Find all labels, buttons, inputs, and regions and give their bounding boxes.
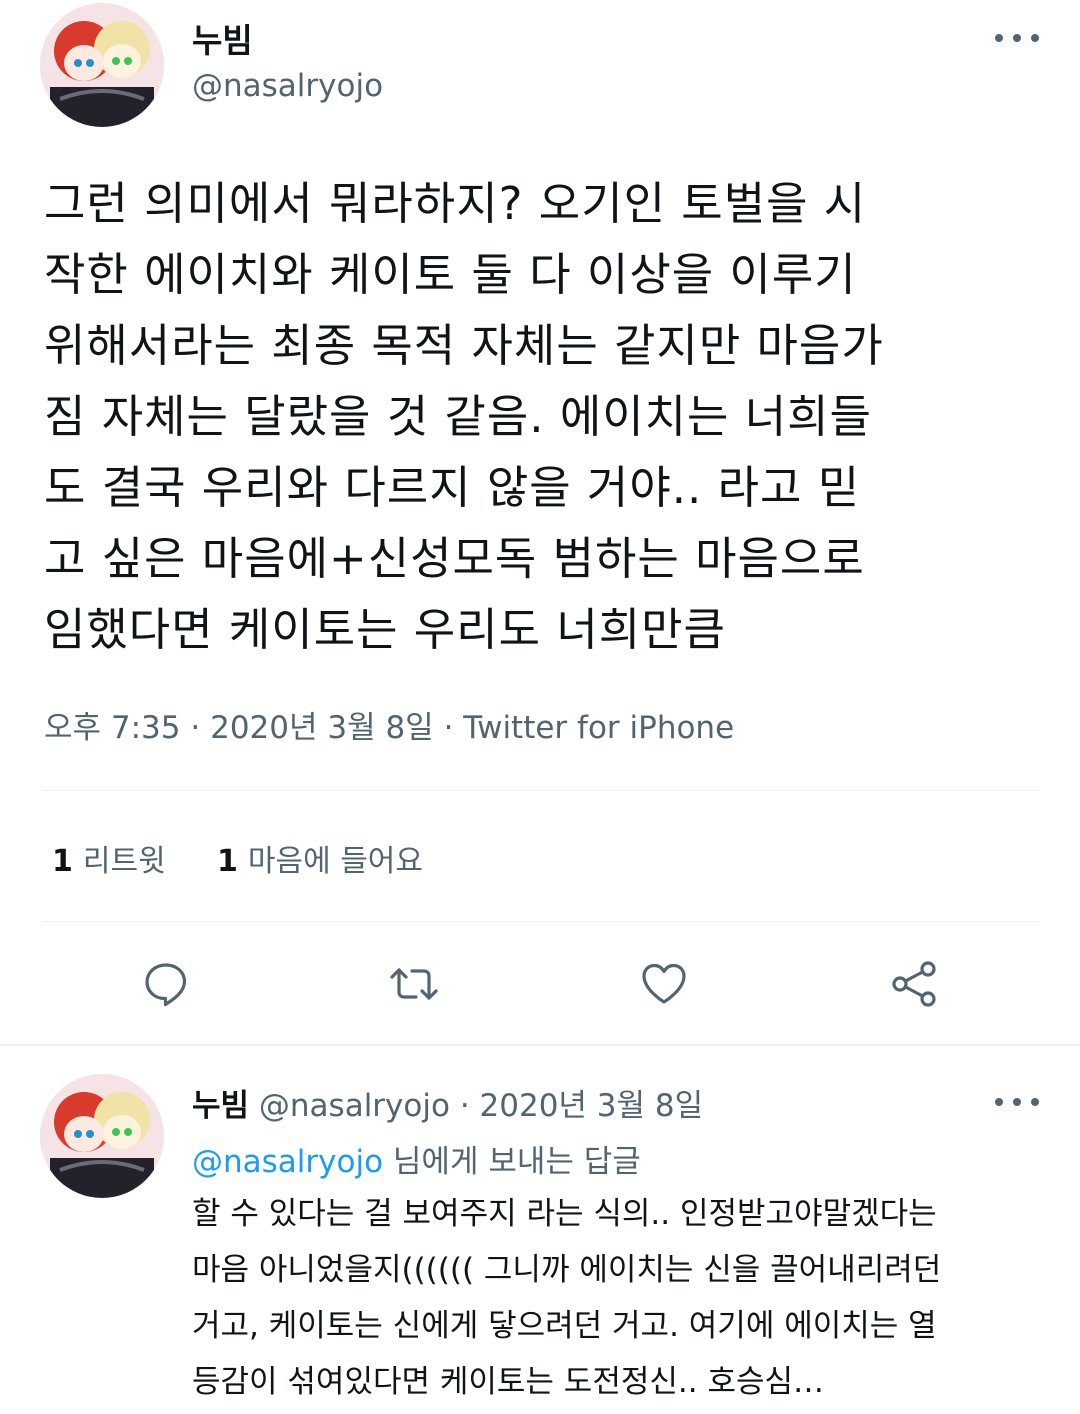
reply-icon: [145, 963, 187, 1007]
share-button[interactable]: [888, 958, 940, 1010]
more-dot-icon: [1013, 34, 1021, 42]
reply-author-name[interactable]: 누빔: [192, 1088, 249, 1124]
replying-to-suffix: 님에게 보내는 답글: [383, 1144, 641, 1180]
retweet-button[interactable]: [388, 958, 440, 1010]
tweet-text-line: 짐 자체는 달랐을 것 같음. 에이치는 너희들: [44, 390, 872, 443]
tweet-detail-page: 누빔 @nasalryojo 그런 의미에서 뭐라하지? 오기인 토벌을 시 작…: [0, 0, 1080, 1414]
more-dot-icon: [1031, 1098, 1039, 1106]
author-name[interactable]: 누빔: [192, 14, 253, 62]
reply-text-line: 등감이 섞여있다면 케이토는 도전정신.. 호승심…: [192, 1364, 825, 1400]
tweet-text-line: 고 싶은 마음에+신성모독 범하는 마음으로: [44, 532, 865, 585]
tweet-time[interactable]: 오후 7:35: [44, 710, 181, 746]
heart-icon: [642, 963, 686, 1004]
avatar[interactable]: [40, 3, 164, 127]
reply-button[interactable]: [140, 958, 192, 1010]
tweet-source[interactable]: Twitter for iPhone: [463, 710, 734, 746]
retweets-label: 리트윗: [82, 844, 166, 879]
tweet-text-line: 도 결국 우리와 다르지 않을 거야.. 라고 믿: [44, 461, 861, 514]
reply-avatar[interactable]: [40, 1074, 164, 1198]
reply-text-line: 할 수 있다는 걸 보여주지 라는 식의.. 인정받고야말겠다는: [192, 1196, 937, 1232]
author-handle[interactable]: @nasalryojo: [192, 68, 383, 104]
likes-stat[interactable]: 1 마음에 들어요: [217, 836, 423, 880]
more-dot-icon: [1013, 1098, 1021, 1106]
tweet-meta: 오후 7:35 · 2020년 3월 8일 · Twitter for iPho…: [44, 702, 734, 747]
divider: [42, 921, 1040, 922]
reply-text-line: 거고, 케이토는 신에게 닿으려던 거고. 여기에 에이치는 열: [192, 1308, 937, 1344]
tweet-text: 그런 의미에서 뭐라하지? 오기인 토벌을 시 작한 에이치와 케이토 둘 다 …: [44, 168, 1054, 665]
reply-text-line: 마음 아니었을지(((((( 그니까 에이치는 신을 끌어내리려던: [192, 1252, 942, 1288]
more-dot-icon: [1031, 34, 1039, 42]
share-icon: [892, 961, 936, 1007]
retweet-icon: [390, 968, 438, 1000]
retweets-stat[interactable]: 1 리트윗: [52, 836, 166, 880]
reply-date[interactable]: 2020년 3월 8일: [480, 1088, 704, 1124]
like-button[interactable]: [638, 958, 690, 1010]
more-dot-icon: [995, 34, 1003, 42]
mention-link[interactable]: @nasalryojo: [192, 1144, 383, 1180]
tweet-date[interactable]: 2020년 3월 8일: [210, 710, 434, 746]
tweet-text-line: 위해서라는 최종 목적 자체는 같지만 마음가: [44, 319, 884, 372]
reply-more-options-button[interactable]: [995, 1092, 1039, 1112]
likes-count: 1: [217, 844, 238, 879]
divider: [0, 1044, 1080, 1046]
retweets-count: 1: [52, 844, 73, 879]
reply-header: 누빔 @nasalryojo · 2020년 3월 8일: [192, 1080, 703, 1125]
reply-author-handle[interactable]: @nasalryojo: [259, 1088, 450, 1124]
meta-separator: ·: [459, 1088, 470, 1124]
replying-to: @nasalryojo 님에게 보내는 답글: [192, 1136, 641, 1181]
tweet-text-line: 임했다면 케이토는 우리도 너희만큼: [44, 603, 726, 656]
reply-text: 할 수 있다는 걸 보여주지 라는 식의.. 인정받고야말겠다는 마음 아니었을…: [192, 1186, 1052, 1410]
meta-separator: ·: [190, 710, 201, 746]
likes-label: 마음에 들어요: [247, 844, 424, 879]
tweet-text-line: 작한 에이치와 케이토 둘 다 이상을 이루기: [44, 248, 857, 301]
meta-separator: ·: [443, 710, 454, 746]
avatar-illustration: [40, 1074, 164, 1198]
more-options-button[interactable]: [995, 28, 1039, 48]
tweet-text-line: 그런 의미에서 뭐라하지? 오기인 토벌을 시: [44, 177, 867, 230]
avatar-illustration: [40, 3, 164, 127]
divider: [42, 790, 1040, 791]
more-dot-icon: [995, 1098, 1003, 1106]
